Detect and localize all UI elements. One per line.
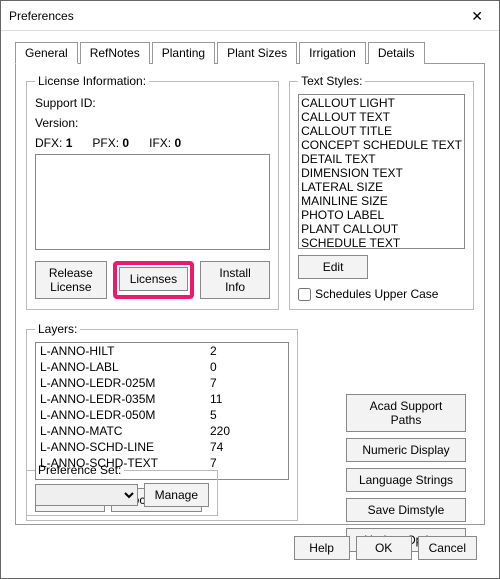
layer-value: 7 — [210, 376, 284, 390]
layers-list[interactable]: L-ANNO-HILT2L-ANNO-LABL0L-ANNO-LEDR-025M… — [35, 342, 289, 480]
text-styles-legend: Text Styles: — [298, 74, 365, 88]
layer-name: L-ANNO-LABL — [40, 360, 210, 374]
layer-name: L-ANNO-HILT — [40, 344, 210, 358]
tab-general[interactable]: General — [15, 42, 78, 64]
layer-value: 0 — [210, 360, 284, 374]
layer-name: L-ANNO-LEDR-050M — [40, 408, 210, 422]
text-style-item[interactable]: LATERAL SIZE — [301, 180, 462, 194]
help-button[interactable]: Help — [294, 536, 350, 560]
close-icon[interactable]: ✕ — [463, 2, 491, 30]
tab-planting[interactable]: Planting — [152, 42, 215, 64]
layer-value: 11 — [210, 392, 284, 406]
layer-value: 5 — [210, 408, 284, 422]
tab-details[interactable]: Details — [368, 42, 425, 64]
preference-set-group: Preference Set: Manage — [26, 463, 218, 516]
layer-name: L-ANNO-LEDR-025M — [40, 376, 210, 390]
layer-value: 7 — [210, 456, 284, 470]
layer-row[interactable]: L-ANNO-MATC220 — [36, 423, 288, 439]
install-info-button[interactable]: Install Info — [200, 261, 270, 299]
version-label: Version: — [35, 116, 270, 130]
acad-support-paths-button[interactable]: Acad Support Paths — [346, 394, 466, 432]
tab-irrigation[interactable]: Irrigation — [299, 42, 366, 64]
schedules-upper-case-label[interactable]: Schedules Upper Case — [315, 287, 438, 301]
tab-panel-general: License Information: Support ID: Version… — [15, 63, 485, 525]
preference-set-select[interactable] — [35, 484, 138, 506]
pfx-label: PFX: — [92, 136, 119, 150]
text-style-item[interactable]: MAINLINE SIZE — [301, 194, 462, 208]
layer-name: L-ANNO-SCHD-LINE — [40, 440, 210, 454]
layer-row[interactable]: L-ANNO-LEDR-050M5 — [36, 407, 288, 423]
preferences-window: Preferences ✕ General RefNotes Planting … — [0, 0, 500, 579]
layer-row[interactable]: L-ANNO-LEDR-025M7 — [36, 375, 288, 391]
release-license-button[interactable]: Release License — [35, 261, 107, 299]
text-style-item[interactable]: DETAIL TEXT — [301, 152, 462, 166]
text-style-item[interactable]: DIMENSION TEXT — [301, 166, 462, 180]
text-style-item[interactable]: CALLOUT TITLE — [301, 124, 462, 138]
schedules-upper-case-checkbox[interactable] — [298, 288, 311, 301]
layer-value: 2 — [210, 344, 284, 358]
layer-row[interactable]: L-ANNO-LEDR-035M11 — [36, 391, 288, 407]
text-style-item[interactable]: SCHEDULE TEXT — [301, 236, 462, 249]
support-id-label: Support ID: — [35, 96, 270, 110]
pfx-value: 0 — [122, 136, 129, 150]
license-legend: License Information: — [35, 74, 149, 88]
save-dimstyle-button[interactable]: Save Dimstyle — [346, 498, 466, 522]
text-styles-group: Text Styles: CALLOUT LIGHTCALLOUT TEXTCA… — [289, 74, 474, 310]
layer-name: L-ANNO-MATC — [40, 424, 210, 438]
ifx-value: 0 — [174, 136, 181, 150]
text-style-item[interactable]: CONCEPT SCHEDULE TEXT — [301, 138, 462, 152]
content-area: General RefNotes Planting Plant Sizes Ir… — [1, 31, 499, 578]
license-counts: DFX: 1 PFX: 0 IFX: 0 — [35, 136, 270, 150]
preference-set-legend: Preference Set: — [35, 463, 124, 477]
ifx-label: IFX: — [149, 136, 171, 150]
dfx-label: DFX: — [35, 136, 62, 150]
layer-row[interactable]: L-ANNO-LABL0 — [36, 359, 288, 375]
cancel-button[interactable]: Cancel — [418, 536, 477, 560]
layer-value: 74 — [210, 440, 284, 454]
dfx-value: 1 — [66, 136, 73, 150]
titlebar: Preferences ✕ — [1, 1, 499, 31]
text-style-item[interactable]: PHOTO LABEL — [301, 208, 462, 222]
ok-button[interactable]: OK — [356, 536, 412, 560]
footer-buttons: Help OK Cancel — [294, 536, 477, 560]
tab-plant-sizes[interactable]: Plant Sizes — [217, 42, 297, 64]
licenses-button-highlight: Licenses — [113, 261, 194, 299]
licenses-button[interactable]: Licenses — [119, 267, 188, 291]
tab-strip: General RefNotes Planting Plant Sizes Ir… — [15, 41, 485, 63]
license-information-group: License Information: Support ID: Version… — [26, 74, 279, 310]
layer-name: L-ANNO-LEDR-035M — [40, 392, 210, 406]
layers-legend: Layers: — [35, 322, 80, 336]
text-styles-list[interactable]: CALLOUT LIGHTCALLOUT TEXTCALLOUT TITLECO… — [298, 94, 465, 249]
layer-row[interactable]: L-ANNO-HILT2 — [36, 343, 288, 359]
text-style-item[interactable]: CALLOUT LIGHT — [301, 96, 462, 110]
window-title: Preferences — [9, 9, 463, 23]
right-button-column: Acad Support Paths Numeric Display Langu… — [346, 394, 466, 552]
text-styles-edit-button[interactable]: Edit — [298, 255, 368, 279]
manage-button[interactable]: Manage — [144, 483, 209, 507]
numeric-display-button[interactable]: Numeric Display — [346, 438, 466, 462]
text-style-item[interactable]: PLANT CALLOUT — [301, 222, 462, 236]
text-style-item[interactable]: CALLOUT TEXT — [301, 110, 462, 124]
license-textarea[interactable] — [35, 154, 270, 250]
language-strings-button[interactable]: Language Strings — [346, 468, 466, 492]
layer-value: 220 — [210, 424, 284, 438]
layer-row[interactable]: L-ANNO-SCHD-LINE74 — [36, 439, 288, 455]
tab-refnotes[interactable]: RefNotes — [80, 42, 150, 64]
